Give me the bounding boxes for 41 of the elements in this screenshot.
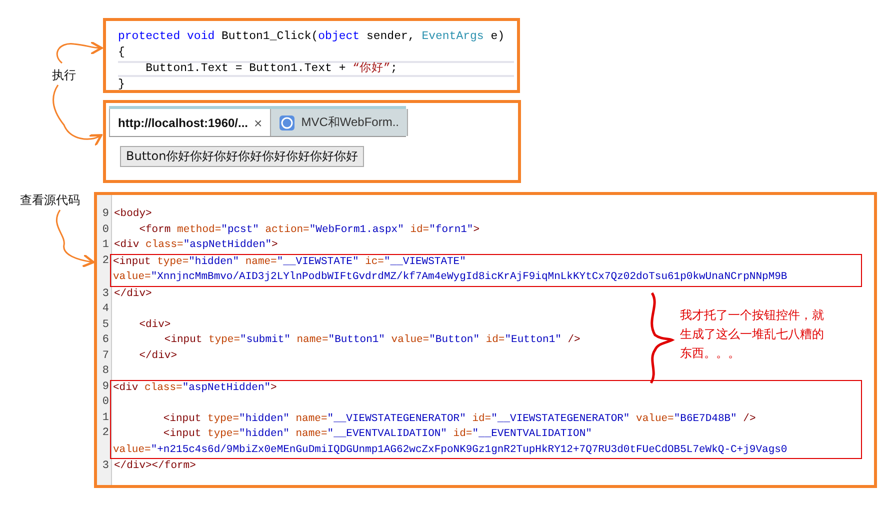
source-line: <div class="aspNetHidden">	[112, 380, 277, 396]
line-number: 9	[101, 380, 110, 394]
source-line: <form method="pcst" action="WebForm1.aspx" id="forn1">	[138, 222, 480, 238]
annotation-label: 查看源代码	[20, 193, 80, 207]
source-line: <div class="aspNetHidden">	[113, 238, 278, 253]
code-line: protected void Button1_Click(object sender, EventArgs e)	[118, 29, 506, 45]
source-line: <div>	[138, 318, 171, 332]
line-number: 9	[101, 207, 110, 222]
code-line: Button1.Text = Button1.Text + “你好”;	[118, 61, 514, 77]
source-line: </div></form>	[113, 459, 196, 474]
line-number: 1	[101, 238, 110, 253]
source-line: <input type="hidden" name="__EVENTVALIDATION" id="__EVENTVALIDATION"	[162, 427, 592, 442]
line-number: 3	[101, 286, 110, 302]
browser-tab[interactable]: http://localhost:1960/... ×	[109, 109, 272, 136]
source-line: <input type="hidden" name="__VIEWSTATEGENERATOR" id="__VIEWSTATEGENERATOR" value="B6E7D48B" />	[162, 412, 756, 426]
code-line: {	[118, 45, 126, 61]
line-number: 2	[101, 254, 110, 268]
source-line: </div>	[113, 286, 152, 302]
code-line: }	[118, 77, 126, 93]
source-line: <body>	[113, 207, 152, 222]
line-number: 3	[101, 459, 110, 474]
source-line: <input type="submit" name="Button1" value="Button" id="Eutton1" />	[163, 333, 580, 348]
line-number: 8	[101, 364, 110, 379]
line-number: 7	[101, 348, 110, 364]
line-number: 0	[101, 395, 110, 410]
line-number: 2	[101, 426, 110, 441]
page-button[interactable]: Button你好你好你好你好你好你好你好你好	[120, 146, 364, 167]
annotation-label: 执行	[52, 68, 76, 82]
source-line: <input type="hidden" name="__VIEWSTATE" ic="__VIEWSTATE"	[112, 254, 466, 270]
line-number: 4	[101, 302, 110, 317]
site-icon	[279, 114, 296, 130]
line-number: 1	[101, 410, 110, 426]
browser-tab[interactable]: MVC和WebForm..	[271, 109, 408, 136]
callout-text: 我才托了一个按钮控件，就生成了这么一堆乱七八糟的东西。。。	[680, 307, 825, 362]
close-icon[interactable]: ×	[254, 114, 262, 130]
source-line: </div>	[138, 348, 178, 364]
line-number: 0	[101, 222, 110, 238]
line-number: 5	[101, 318, 110, 332]
source-line: value="XnnjncMmBmvo/AID3j2LYlnPodbWIFtGvdrdMZ/kf7Am4eWygId8icKrAjF9iqMnLkKYtCx7Qz02doTsu61p0kwUnaNCrpNNpM9B	[112, 270, 788, 285]
line-number: 6	[101, 333, 110, 348]
source-line: value="+n215c4s6d/9MbiZx0eMEnGuDmiIQDGUnmp1AG62wcZxFpoNK9Gz1gnR2TupHkRY12+7Q7RU3d0tFUeCdOB5L7eWkQ-C+j9Vags0	[112, 442, 788, 458]
